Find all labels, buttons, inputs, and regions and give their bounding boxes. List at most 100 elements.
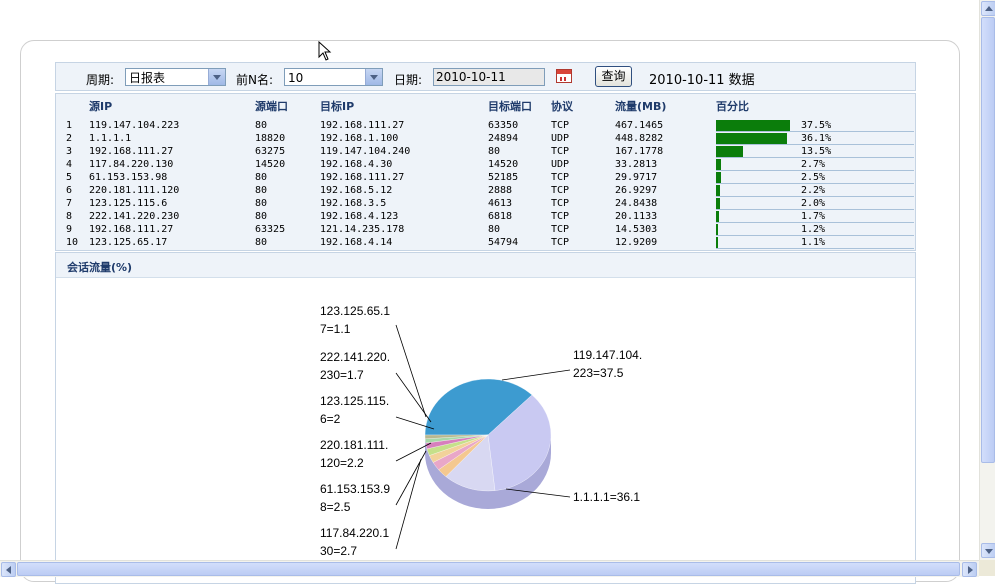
row-traffic: 14.5303	[615, 224, 658, 235]
row-dst-ip: 192.168.1.100	[320, 133, 399, 144]
percent-bar	[716, 120, 790, 131]
row-dst-port: 24894	[488, 133, 519, 144]
chevron-down-icon[interactable]	[208, 69, 225, 85]
row-dst-ip: 192.168.5.12	[320, 185, 393, 196]
pie-leader-line	[395, 458, 422, 550]
row-dst-port: 2888	[488, 185, 513, 196]
pie-label: 8=2.5	[320, 500, 351, 514]
row-index: 10	[66, 237, 79, 248]
row-src-ip: 119.147.104.223	[89, 120, 180, 131]
table-row: 3 192.168.111.27 63275 119.147.104.240 80 TCP…	[56, 145, 915, 158]
percent-bar	[716, 133, 787, 144]
row-traffic: 167.1778	[615, 146, 664, 157]
row-percent: 2.0%	[801, 198, 826, 209]
row-protocol: TCP	[551, 237, 570, 248]
query-button[interactable]: 查询	[595, 66, 632, 87]
row-percent: 2.7%	[801, 159, 826, 170]
header-protocol: 协议	[551, 100, 573, 113]
vertical-scroll-thumb[interactable]	[981, 17, 995, 463]
header-src-ip: 源IP	[89, 100, 113, 113]
session-traffic-section: 会话流量(%) 119.147.104. 223=37.5 1.1.1.1=36.1…	[55, 252, 916, 584]
pie-label: 117.84.220.1	[320, 526, 390, 540]
row-dst-port: 80	[488, 224, 501, 235]
horizontal-scrollbar[interactable]	[0, 560, 979, 577]
vertical-scrollbar[interactable]	[979, 0, 995, 560]
table-row: 6 220.181.111.120 80 192.168.5.12 2888 TCP 26.…	[56, 184, 915, 197]
row-src-port: 18820	[255, 133, 286, 144]
row-percent: 1.7%	[801, 211, 826, 222]
row-dst-port: 14520	[488, 159, 519, 170]
pie-label: 7=1.1	[320, 322, 351, 336]
header-percent: 百分比	[716, 100, 749, 113]
row-index: 4	[66, 159, 73, 170]
pie-label: 120=2.2	[320, 456, 364, 470]
date-input[interactable]: 2010-10-11	[433, 68, 545, 86]
pie-label: 61.153.153.9	[320, 482, 390, 496]
calendar-icon[interactable]	[556, 69, 572, 83]
row-percent: 1.2%	[801, 224, 826, 235]
table-row: 8 222.141.220.230 80 192.168.4.123 6818 TCP 20…	[56, 210, 915, 223]
row-protocol: TCP	[551, 185, 570, 196]
scroll-up-icon[interactable]	[981, 1, 995, 16]
row-index: 1	[66, 120, 73, 131]
query-toolbar: 周期: 日报表 前N名: 10 日期: 2010-10-11 查询 2010-1…	[55, 62, 916, 91]
row-traffic: 29.9717	[615, 172, 658, 183]
row-src-port: 80	[255, 198, 268, 209]
row-src-port: 80	[255, 211, 268, 222]
period-label: 周期:	[86, 73, 115, 87]
percent-bar	[716, 172, 721, 183]
row-traffic: 467.1465	[615, 120, 664, 131]
row-dst-ip: 192.168.4.123	[320, 211, 399, 222]
scroll-down-icon[interactable]	[981, 543, 995, 558]
row-index: 8	[66, 211, 73, 222]
row-dst-port: 54794	[488, 237, 519, 248]
period-select[interactable]: 日报表	[125, 68, 226, 86]
percent-bar	[716, 159, 721, 170]
row-src-port: 80	[255, 237, 268, 248]
pie-label: 123.125.115.	[320, 394, 389, 408]
pie-label: 119.147.104.	[573, 348, 642, 362]
row-dst-port: 63350	[488, 120, 519, 131]
table-row: 4 117.84.220.130 14520 192.168.4.30 14520 UDP…	[56, 158, 915, 171]
row-dst-ip: 192.168.111.27	[320, 172, 405, 183]
row-src-ip: 123.125.65.17	[89, 237, 168, 248]
pie-leader-line	[501, 369, 571, 381]
row-dst-ip: 121.14.235.178	[320, 224, 405, 235]
row-traffic: 26.9297	[615, 185, 658, 196]
row-dst-ip: 192.168.111.27	[320, 120, 405, 131]
row-index: 5	[66, 172, 73, 183]
row-dst-port: 6818	[488, 211, 513, 222]
row-percent: 1.1%	[801, 237, 826, 248]
pie-leader-line	[395, 324, 427, 418]
table-row: 7 123.125.115.6 80 192.168.3.5 4613 TCP 24.843…	[56, 197, 915, 210]
row-protocol: TCP	[551, 120, 570, 131]
period-select-value: 日报表	[129, 71, 166, 85]
percent-bar	[716, 198, 720, 209]
row-traffic: 33.2813	[615, 159, 658, 170]
row-src-ip: 123.125.115.6	[89, 198, 168, 209]
row-traffic: 12.9209	[615, 237, 658, 248]
row-src-ip: 192.168.111.27	[89, 146, 174, 157]
row-src-ip: 222.141.220.230	[89, 211, 180, 222]
scroll-left-icon[interactable]	[1, 562, 16, 577]
chevron-down-icon[interactable]	[365, 69, 382, 85]
traffic-pie-chart: 119.147.104. 223=37.5 1.1.1.1=36.1 123.125.…	[320, 304, 642, 558]
row-traffic: 20.1133	[615, 211, 658, 222]
scroll-right-icon[interactable]	[962, 562, 977, 577]
row-protocol: TCP	[551, 198, 570, 209]
row-index: 7	[66, 198, 73, 209]
pie-leader-line	[395, 372, 432, 423]
horizontal-scroll-thumb[interactable]	[17, 562, 960, 576]
row-index: 3	[66, 146, 73, 157]
header-dst-port: 目标端口	[488, 100, 532, 113]
table-row: 2 1.1.1.1 18820 192.168.1.100 24894 UDP 448.82…	[56, 132, 915, 145]
pie-label: 6=2	[320, 412, 341, 426]
row-src-port: 63325	[255, 224, 286, 235]
pie-label: 222.141.220.	[320, 350, 390, 364]
row-percent: 2.2%	[801, 185, 826, 196]
topn-select[interactable]: 10	[284, 68, 383, 86]
table-row: 1 119.147.104.223 80 192.168.111.27 63350 TCP…	[56, 119, 915, 132]
row-percent: 37.5%	[801, 120, 832, 131]
row-dst-ip: 192.168.4.14	[320, 237, 393, 248]
pie-label: 223=37.5	[573, 366, 624, 380]
